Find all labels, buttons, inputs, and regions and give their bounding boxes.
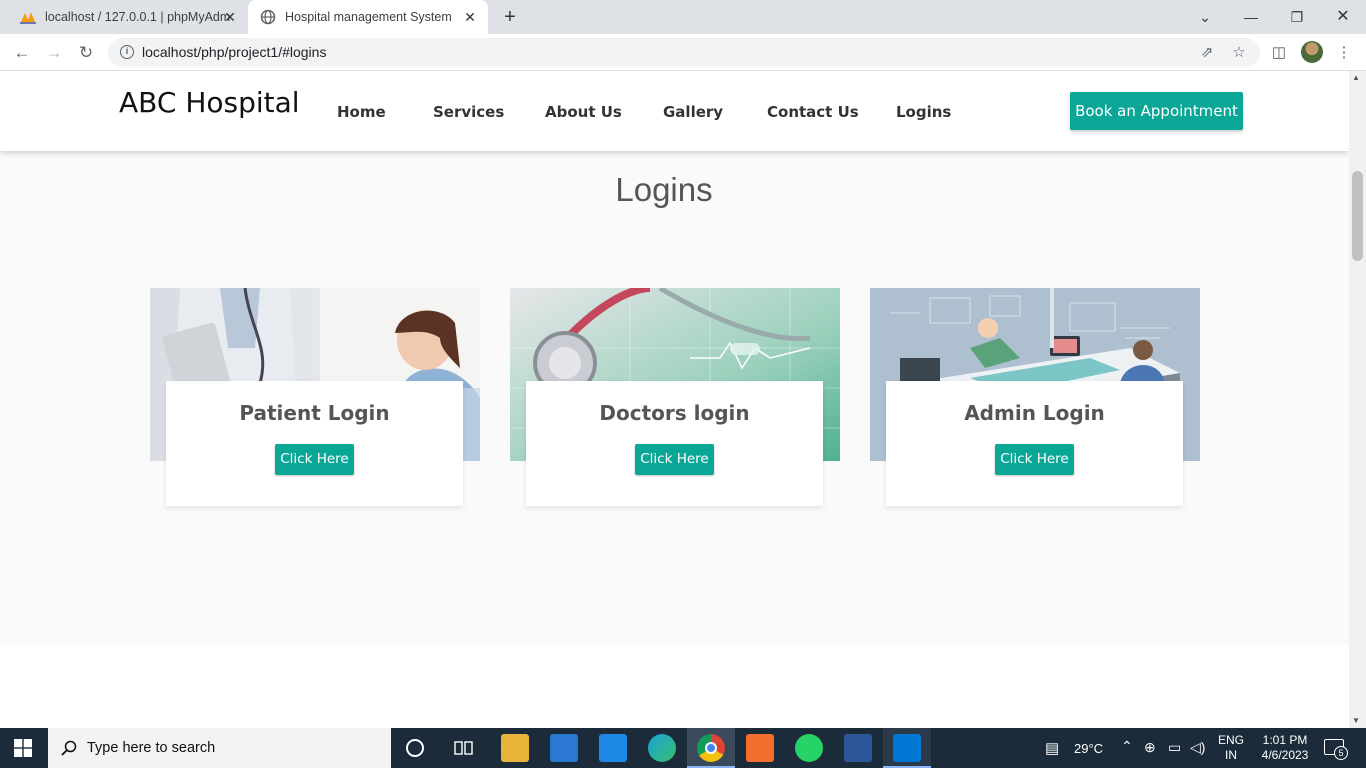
scroll-up-icon[interactable]: ▲ [1352, 73, 1360, 82]
windows-start-icon[interactable] [14, 739, 32, 757]
network-icon[interactable]: ⊕ [1144, 739, 1156, 756]
close-tab-icon[interactable]: ✕ [222, 9, 238, 25]
book-appointment-button[interactable]: Book an Appointment [1070, 92, 1243, 130]
clock[interactable]: 1:01 PM 4/6/2023 [1252, 733, 1318, 763]
news-widget-icon[interactable]: ▤ [1045, 739, 1059, 757]
volume-icon[interactable]: ◁) [1190, 739, 1205, 756]
word-icon[interactable] [844, 734, 872, 762]
url-text[interactable]: localhost/php/project1/#logins [142, 44, 326, 60]
menu-kebab-icon[interactable]: ⋮ [1333, 42, 1355, 64]
next-section [0, 645, 1349, 728]
admin-login-button[interactable]: Click Here [995, 444, 1074, 475]
taskbar-search-box[interactable]: Type here to search [48, 728, 391, 768]
chrome-icon [697, 734, 725, 762]
vscode-icon [893, 734, 921, 762]
close-tab-icon[interactable]: ✕ [462, 9, 478, 25]
vscode-taskbar-active[interactable] [883, 728, 931, 768]
file-explorer-icon[interactable] [501, 734, 529, 762]
patient-login-card: Patient Login Click Here [166, 381, 463, 506]
search-icon [61, 740, 77, 756]
share-icon[interactable]: ⇗ [1196, 42, 1218, 64]
card-title: Doctors login [599, 401, 750, 425]
tab-hospital-system[interactable]: Hospital management System ✕ [248, 0, 488, 34]
card-title: Admin Login [964, 401, 1105, 425]
card-title: Patient Login [239, 401, 390, 425]
phpmyadmin-favicon-icon [20, 12, 36, 24]
page-scrollbar[interactable]: ▲ ▼ [1349, 71, 1366, 728]
patient-login-button[interactable]: Click Here [275, 444, 354, 475]
microsoft-store-icon[interactable] [550, 734, 578, 762]
doctors-login-button[interactable]: Click Here [635, 444, 714, 475]
profile-avatar[interactable] [1301, 41, 1323, 63]
search-placeholder: Type here to search [87, 740, 216, 756]
language-code: ENG [1217, 733, 1244, 747]
mail-icon[interactable] [599, 734, 627, 762]
tab-title: localhost / 127.0.0.1 | phpMyAdm [45, 10, 231, 24]
nav-services[interactable]: Services [433, 103, 504, 121]
minimize-icon[interactable]: — [1239, 6, 1263, 28]
side-panel-icon[interactable]: ◫ [1268, 42, 1290, 64]
doctors-login-card: Doctors login Click Here [526, 381, 823, 506]
tab-title: Hospital management System [285, 10, 452, 24]
xampp-icon[interactable] [746, 734, 774, 762]
clock-date: 4/6/2023 [1261, 748, 1309, 762]
page-viewport: ABC Hospital Home Services About Us Gall… [0, 71, 1349, 728]
nav-gallery[interactable]: Gallery [663, 103, 723, 121]
battery-icon[interactable]: ▭ [1168, 739, 1181, 756]
reload-icon[interactable]: ↻ [75, 42, 97, 64]
chrome-taskbar-active[interactable] [687, 728, 735, 768]
browser-tab-strip: localhost / 127.0.0.1 | phpMyAdm ✕ Hospi… [0, 0, 1366, 34]
forward-arrow-icon[interactable]: → [43, 42, 65, 64]
new-tab-plus-icon[interactable]: + [500, 7, 520, 27]
language-indicator[interactable]: ENG IN [1216, 733, 1246, 763]
nav-contact-us[interactable]: Contact Us [767, 103, 859, 121]
section-title: Logins [615, 171, 713, 208]
address-bar[interactable]: i localhost/php/project1/#logins ⇗ ☆ [108, 38, 1260, 67]
nav-about-us[interactable]: About Us [545, 103, 622, 121]
restore-icon[interactable]: ❐ [1285, 6, 1309, 28]
cortana-icon[interactable] [406, 739, 424, 757]
weather-text[interactable]: 29°C [1074, 741, 1103, 756]
edge-icon[interactable] [648, 734, 676, 762]
globe-icon [260, 9, 276, 25]
admin-login-card: Admin Login Click Here [886, 381, 1183, 506]
bookmark-star-icon[interactable]: ☆ [1228, 42, 1250, 64]
notification-center-icon[interactable]: 5 [1324, 739, 1348, 760]
close-window-icon[interactable]: ✕ [1331, 6, 1355, 28]
site-brand[interactable]: ABC Hospital [119, 86, 300, 119]
region-code: IN [1225, 748, 1237, 762]
site-info-icon[interactable]: i [120, 45, 134, 59]
clock-time: 1:01 PM [1262, 733, 1308, 747]
windows-taskbar: Type here to search ▤ 29°C ⌃ ⊕ ▭ ◁) ENG … [0, 728, 1366, 768]
nav-home[interactable]: Home [337, 103, 386, 121]
site-navbar: ABC Hospital Home Services About Us Gall… [0, 71, 1349, 151]
nav-logins[interactable]: Logins [896, 103, 951, 121]
tab-phpmyadmin[interactable]: localhost / 127.0.0.1 | phpMyAdm ✕ [8, 0, 248, 34]
browser-toolbar: ← → ↻ i localhost/php/project1/#logins ⇗… [0, 34, 1366, 71]
notification-count: 5 [1334, 746, 1348, 760]
whatsapp-icon[interactable] [795, 734, 823, 762]
tray-chevron-icon[interactable]: ⌃ [1121, 738, 1133, 755]
tab-search-chevron-icon[interactable]: ⌄ [1193, 6, 1217, 28]
back-arrow-icon[interactable]: ← [11, 42, 33, 64]
scroll-down-icon[interactable]: ▼ [1352, 716, 1360, 725]
task-view-icon[interactable] [454, 739, 474, 757]
scrollbar-thumb[interactable] [1352, 171, 1363, 261]
